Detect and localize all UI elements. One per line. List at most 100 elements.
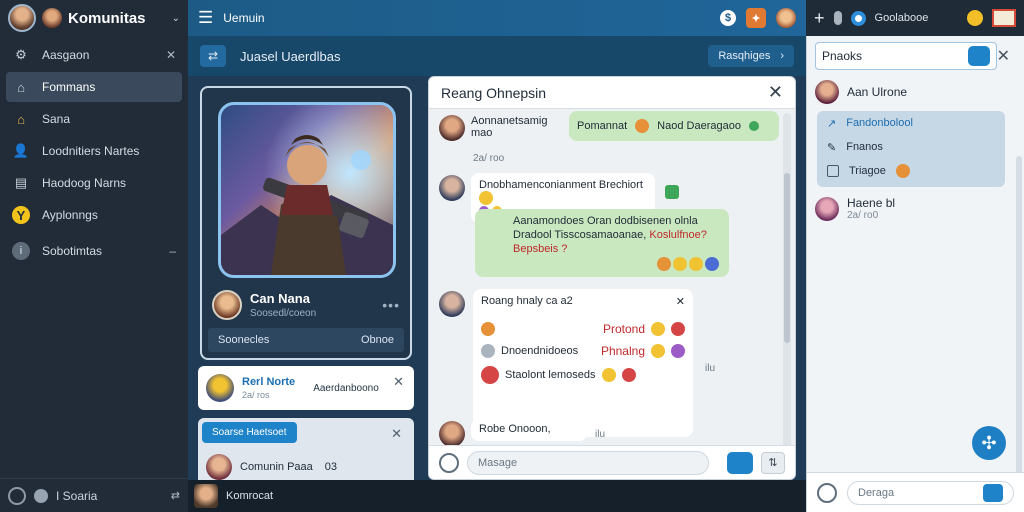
close-icon[interactable]: ✕ [393,374,404,390]
dollar-icon[interactable]: $ [720,10,736,26]
close-icon[interactable]: ✕ [676,295,685,308]
sidebar-footer-label[interactable]: I Soaria [56,489,97,503]
emoji-icon[interactable] [967,10,983,26]
more-icon[interactable]: ••• [382,297,400,313]
heart-icon [621,368,636,382]
list-item-count: 03 [324,461,338,473]
right-message-input[interactable]: Deraga [847,480,1014,505]
character-avatar-icon[interactable] [776,8,796,28]
notification-time: 2a/ ros [242,390,270,400]
smile-icon [651,344,665,358]
search-button[interactable] [968,46,990,66]
reaction-icon[interactable] [705,257,719,271]
reaction-icon[interactable] [665,185,679,199]
right-input-bar: Deraga [807,472,1024,512]
fox-icon[interactable]: ✦ [746,8,766,28]
message-input[interactable]: Masage [467,450,709,475]
message-avatar[interactable] [439,291,465,317]
message-line: Aonnanetsamig [471,115,548,127]
chat-scrollbar[interactable] [783,113,791,473]
search-input[interactable]: Pnaoks [815,42,997,70]
close-icon[interactable]: ✕ [391,426,402,442]
list-item-avatar [815,196,839,221]
sidebar-item-sana[interactable]: ⌂ Sana [6,104,182,134]
message-line: Protond [481,322,685,336]
list-item[interactable]: Comunin Paaa 03 [206,454,337,480]
message-text: Phnalng [600,344,645,358]
reaction-icon[interactable] [673,257,687,271]
reactions-row [657,257,719,271]
option-item[interactable]: Triagoe [817,159,1005,183]
message-line: mao [471,127,493,139]
card-footer-left[interactable]: Soonecles [218,334,269,346]
close-icon[interactable]: ✕ [997,46,1010,66]
list-item-avatar [815,80,839,104]
chat-header: Reang Ohnepsin ✕ [429,77,795,109]
message-avatar[interactable] [439,421,465,447]
chevron-down-icon[interactable]: ⌄ [172,13,180,24]
message-line: Dnoendnidoeos Phnalng [481,344,685,358]
minus-icon[interactable]: – [169,244,176,258]
message-bubble: Roang hnaly ca a2 ✕ Protond Dnoendnidoeo… [473,289,693,437]
sidebar-item-fommans[interactable]: ⌂ Fommans [6,72,182,102]
send-button[interactable] [727,451,753,474]
expand-icon[interactable]: ⇄ [171,489,180,502]
send-button[interactable] [983,483,1003,502]
add-icon[interactable]: + [814,8,825,29]
sort-button[interactable]: ⇅ [761,451,785,474]
target-icon[interactable] [850,10,866,26]
settings-icon[interactable] [8,486,26,505]
top-bar: ☰ Uemuin $ ✦ [188,0,806,36]
trend-icon: ↗ [827,117,837,130]
user-avatar[interactable] [8,4,36,32]
list-item[interactable]: Aan Ulrone [815,80,907,104]
message-avatar[interactable] [439,175,465,201]
home-icon: ⌂ [17,79,25,95]
compose-button[interactable]: ✣ [972,426,1006,460]
option-item[interactable]: ↗ Fandonbolool [817,111,1005,135]
attach-icon[interactable] [817,482,837,503]
panel-tag[interactable]: Soarse Haetsoet [202,422,297,443]
notification-card[interactable]: Rerl Norte 2a/ ros Aaerdanboono ✕ [198,366,414,410]
sidebar-items: ⚙ Aasgaon ✕ ⌂ Fommans ⌂ Sana 👤 Loodnitie… [0,40,188,266]
scrollbar-thumb[interactable] [784,173,790,343]
menu-icon[interactable]: ☰ [198,8,213,28]
sidebar-item-ayplonngs[interactable]: Y Ayplonngs [6,200,182,230]
community-avatar [42,8,62,28]
list-item[interactable]: Haene bl 2a/ ro0 [815,196,895,221]
mail-icon[interactable] [992,9,1016,27]
sidebar-item-aasgaon[interactable]: ⚙ Aasgaon ✕ [6,40,182,70]
sidebar-item-sobotimtas[interactable]: i Sobotimtas – [6,236,182,266]
close-icon[interactable]: ✕ [768,82,783,103]
bottom-strip-label: Komrocat [226,490,274,502]
reaction-icon[interactable] [689,257,703,271]
options-box: ↗ Fandonbolool ✎ Fnanos Triagoe [817,111,1005,187]
gears-icon: ⚙ [15,47,27,62]
message-avatar[interactable] [439,115,465,141]
right-top-bar: + Goolabooe [806,0,1024,36]
message-text: Robe Onooon, [479,423,551,435]
swap-icon[interactable]: ⇄ [200,45,226,67]
card-avatar[interactable] [212,290,242,320]
lightbulb-icon: Y [12,206,30,224]
sidebar-item-loodnitiers[interactable]: 👤 Loodnitiers Nartes [6,136,182,166]
attach-icon[interactable] [439,452,459,473]
card-user: Can Nana Soosedl/coeon ••• [212,290,400,320]
bottom-avatar[interactable] [194,484,218,508]
option-item[interactable]: ✎ Fnanos [817,135,1005,159]
right-scrollbar[interactable] [1016,156,1022,476]
sidebar-item-haodoog[interactable]: ▤ Haodoog Narns [6,168,182,198]
message-line: Bepsbeis ? [483,243,721,255]
close-icon[interactable]: ✕ [166,48,176,62]
profile-card[interactable]: Can Nana Soosedl/coeon ••• Soonecles Obn… [200,86,412,360]
message-line: Aanamondoes Oran dodbisenen olnla [513,215,698,227]
card-footer-right[interactable]: Obnoe [361,334,394,346]
heart-icon [671,322,685,336]
sub-bar-button[interactable]: Rasqhiges › [708,45,794,67]
reaction-icon[interactable] [657,257,671,271]
left-sidebar: Komunitas ⌄ ⚙ Aasgaon ✕ ⌂ Fommans ⌂ Sana… [0,0,188,512]
right-top-label[interactable]: Goolabooe [875,12,958,24]
house-icon: ⌂ [17,111,25,127]
warrior-illustration [221,105,393,275]
reaction-icon [748,121,759,131]
